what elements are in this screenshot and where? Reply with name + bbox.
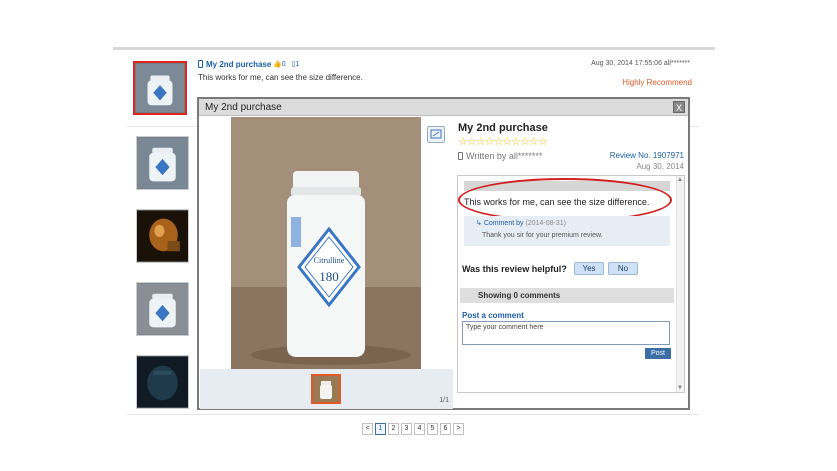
review-title: My 2nd purchase [206, 60, 272, 69]
review-scroll-area[interactable]: This works for me, can see the size diff… [457, 175, 685, 393]
review-title-link[interactable]: My 2nd purchase [198, 60, 271, 69]
comment-text: Thank you sir for your premium review. [482, 232, 603, 239]
post-comment-label: Post a comment [462, 311, 524, 320]
close-icon[interactable]: X [673, 101, 685, 113]
comments-count-text: Showing 0 comments [478, 291, 561, 300]
recommend-badge: Highly Recommend [622, 78, 692, 87]
review-modal: My 2nd purchase X Citrulline 180 1/1 My … [197, 97, 690, 410]
strip-thumbnail[interactable] [311, 374, 341, 404]
figure-photo [137, 210, 188, 262]
review-thumbnail[interactable] [136, 209, 189, 263]
page-1-button[interactable]: 1 [375, 423, 386, 435]
bottle-photo [313, 376, 339, 402]
helpful-no-button[interactable]: No [608, 262, 638, 275]
comment-entry: ↳ Comment by (2014-08-31) Thank you sir … [464, 216, 670, 246]
image-counter: 1/1 [439, 397, 449, 404]
zoom-glyph [430, 129, 442, 139]
thumbnail-strip: 1/1 [200, 369, 453, 409]
bottle-brand-text: Citrulline [314, 256, 345, 265]
prev-page-button[interactable]: < [362, 423, 373, 435]
review-thumbnail[interactable] [136, 136, 189, 190]
zoom-icon[interactable] [427, 126, 445, 143]
review-date: Aug 30, 2014 17:55:06 [591, 60, 662, 67]
review-number[interactable]: Review No. 1907971 [610, 151, 684, 160]
comment-date: (2014-08-31) [525, 220, 566, 227]
divider [127, 414, 699, 415]
bottle-image: Citrulline 180 [231, 117, 421, 369]
page-2-button[interactable]: 2 [388, 423, 399, 435]
star-rating: ☆☆☆☆☆☆☆☆☆☆ [458, 136, 548, 148]
review-thumbnail[interactable] [136, 355, 189, 409]
review-detail: My 2nd purchase ☆☆☆☆☆☆☆☆☆☆ Written by al… [457, 119, 687, 409]
page-5-button[interactable]: 5 [427, 423, 438, 435]
review-text: This works for me, can see the size diff… [198, 73, 363, 82]
review-date-author: Aug 30, 2014 17:55:06 all******* [591, 60, 690, 67]
detail-date: Aug 30, 2014 [636, 162, 684, 171]
bottle-photo [137, 283, 188, 335]
reply-arrow-icon: ↳ [476, 220, 484, 227]
comment-author-line: ↳ Comment by (2014-08-31) [476, 219, 566, 227]
written-by-text: Written by all******* [466, 151, 543, 161]
page: My 2nd purchase 👍0 ▯1 This works for me,… [0, 0, 837, 471]
page-3-button[interactable]: 3 [401, 423, 412, 435]
comment-input[interactable]: Type your comment here [462, 321, 670, 345]
review-stats: 👍0 ▯1 [273, 60, 299, 68]
review-header: My 2nd purchase 👍0 ▯1 This works for me,… [198, 60, 693, 90]
comment-author[interactable]: Comment by [484, 220, 524, 227]
review-author: all******* [663, 60, 690, 67]
review-thumbnail[interactable] [133, 61, 187, 115]
next-page-button[interactable]: > [453, 423, 464, 435]
modal-titlebar: My 2nd purchase X [199, 99, 688, 116]
bottle-photo [136, 64, 184, 112]
modal-title: My 2nd purchase [205, 102, 282, 113]
review-thumbnail[interactable] [136, 282, 189, 336]
page-6-button[interactable]: 6 [440, 423, 451, 435]
scroll-up-icon[interactable]: ▲ [677, 177, 683, 183]
thumbs-up-icon[interactable]: 👍 [273, 61, 282, 68]
written-by: Written by all******* [458, 151, 542, 161]
dark-photo [137, 356, 188, 408]
scroll-down-icon[interactable]: ▼ [677, 385, 683, 391]
comments-count-bar: Showing 0 comments [460, 288, 674, 303]
image-viewer: Citrulline 180 1/1 [200, 117, 453, 409]
page-4-button[interactable]: 4 [414, 423, 425, 435]
scrollbar[interactable]: ▲ ▼ [676, 176, 684, 392]
detail-title: My 2nd purchase [458, 122, 548, 134]
phone-icon [458, 152, 463, 160]
bottle-photo [137, 137, 188, 189]
helpful-question: Was this review helpful? [462, 264, 567, 274]
product-photo[interactable]: Citrulline 180 [231, 117, 421, 369]
helpful-yes-button[interactable]: Yes [574, 262, 604, 275]
phone-icon [198, 60, 203, 68]
post-button[interactable]: Post [645, 348, 671, 359]
bottle-count-text: 180 [319, 269, 339, 284]
comments-count: 1 [295, 61, 300, 68]
likes-count: 0 [281, 61, 286, 68]
